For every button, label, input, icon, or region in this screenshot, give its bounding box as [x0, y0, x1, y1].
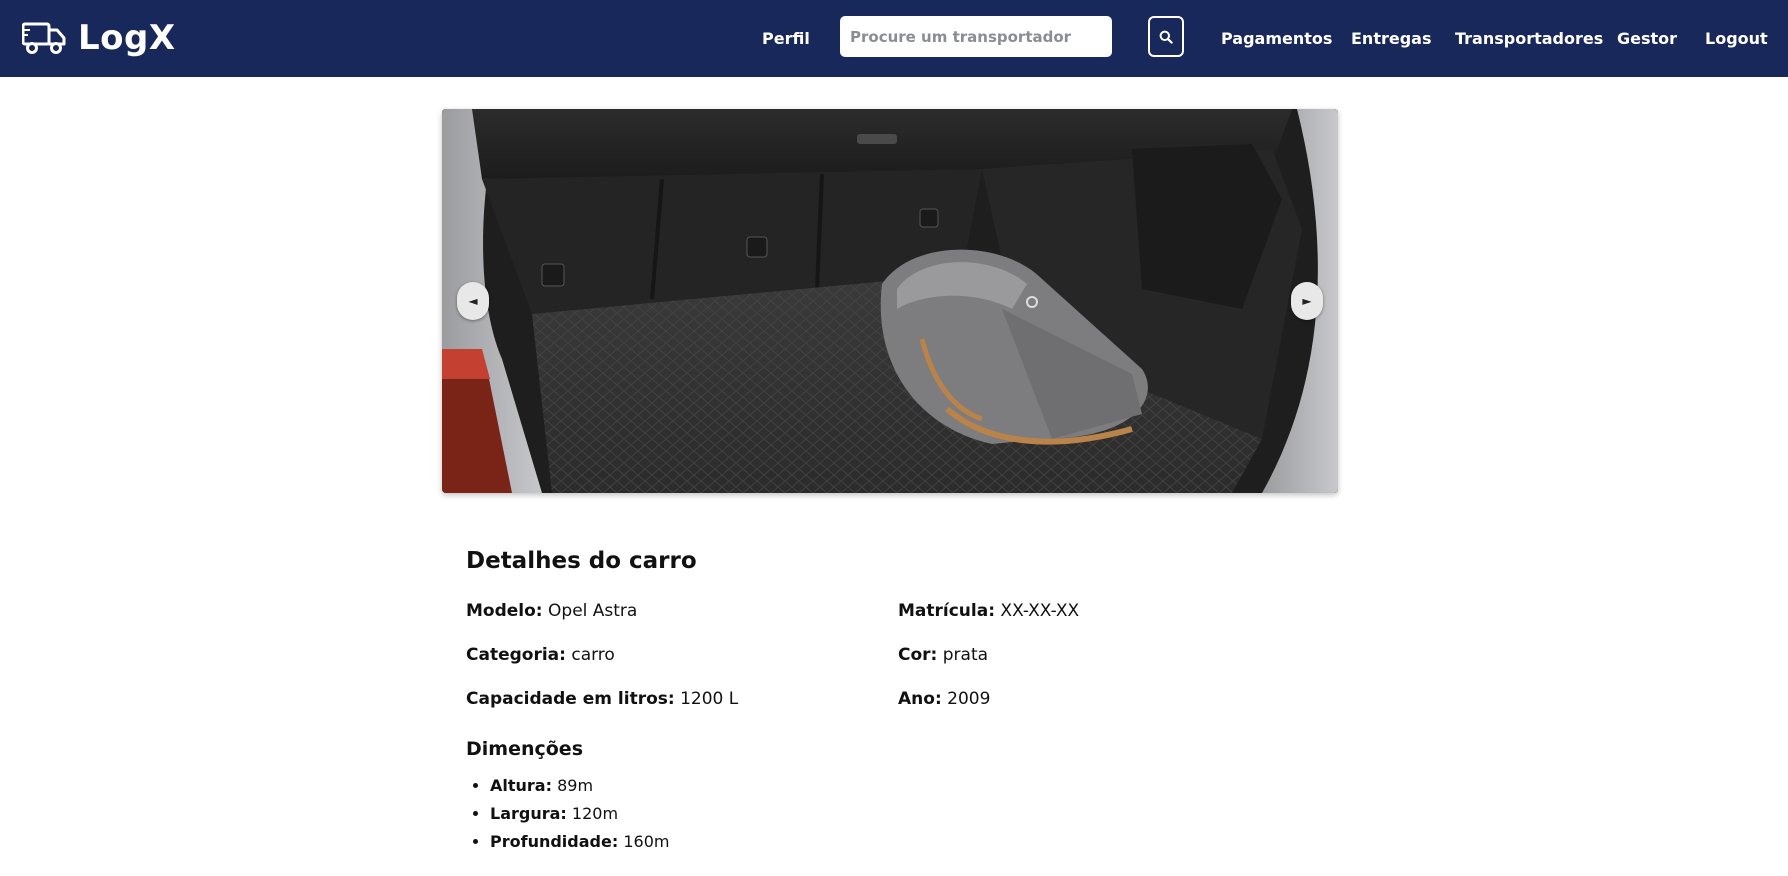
- truck-icon: [22, 22, 66, 54]
- dimension-width: Largura: 120m: [490, 800, 669, 828]
- dimensions-title: Dimenções: [466, 738, 584, 760]
- detail-plate-label: Matrícula:: [898, 601, 996, 621]
- search-input[interactable]: [840, 16, 1112, 57]
- detail-category-label: Categoria:: [466, 645, 566, 665]
- dimension-height-label: Altura:: [490, 776, 552, 795]
- dimension-width-value: 120m: [571, 804, 619, 823]
- car-image-carousel: ◄ ►: [442, 109, 1338, 493]
- nav-link-payments[interactable]: Pagamentos: [1221, 0, 1332, 77]
- detail-plate: Matrícula: XX-XX-XX: [898, 601, 1079, 621]
- detail-color-value: prata: [942, 645, 989, 665]
- dimension-height-value: 89m: [557, 776, 594, 795]
- detail-model: Modelo: Opel Astra: [466, 601, 637, 621]
- car-details-title: Detalhes do carro: [466, 548, 697, 574]
- dimension-width-label: Largura:: [490, 804, 567, 823]
- nav-link-logout[interactable]: Logout: [1705, 0, 1768, 77]
- detail-category-value: carro: [571, 645, 615, 665]
- dimension-depth: Profundidade: 160m: [490, 828, 669, 856]
- dimension-depth-value: 160m: [623, 832, 670, 851]
- detail-capacity-label: Capacidade em litros:: [466, 689, 675, 709]
- top-navbar: LogX Perfil Pagamentos Entregas Transpor…: [0, 0, 1788, 77]
- detail-year: Ano: 2009: [898, 689, 990, 709]
- detail-category: Categoria: carro: [466, 645, 615, 665]
- detail-capacity: Capacidade em litros: 1200 L: [466, 689, 738, 709]
- detail-capacity-value: 1200 L: [680, 689, 739, 709]
- detail-color-label: Cor:: [898, 645, 938, 665]
- dimensions-list: Altura: 89m Largura: 120m Profundidade: …: [466, 772, 669, 856]
- detail-year-value: 2009: [947, 689, 991, 709]
- detail-model-value: Opel Astra: [548, 601, 638, 621]
- car-trunk-photo: [442, 109, 1338, 493]
- car-details-section: Detalhes do carro Modelo: Opel Astra Mat…: [466, 548, 1306, 851]
- dimension-height: Altura: 89m: [490, 772, 669, 800]
- nav-link-deliveries[interactable]: Entregas: [1351, 0, 1431, 77]
- nav-link-profile[interactable]: Perfil: [762, 0, 810, 77]
- search-icon: [1159, 30, 1173, 44]
- brand-logo-link[interactable]: LogX: [22, 16, 176, 60]
- detail-year-label: Ano:: [898, 689, 942, 709]
- brand-name: LogX: [78, 18, 176, 58]
- detail-plate-value: XX-XX-XX: [1000, 601, 1080, 621]
- detail-color: Cor: prata: [898, 645, 988, 665]
- nav-link-carriers[interactable]: Transportadores: [1455, 0, 1603, 77]
- search-button[interactable]: [1148, 16, 1184, 57]
- carousel-prev-button[interactable]: ◄: [457, 282, 489, 320]
- nav-link-manager[interactable]: Gestor: [1617, 0, 1677, 77]
- detail-model-label: Modelo:: [466, 601, 543, 621]
- dimension-depth-label: Profundidade:: [490, 832, 619, 851]
- carousel-next-button[interactable]: ►: [1291, 282, 1323, 320]
